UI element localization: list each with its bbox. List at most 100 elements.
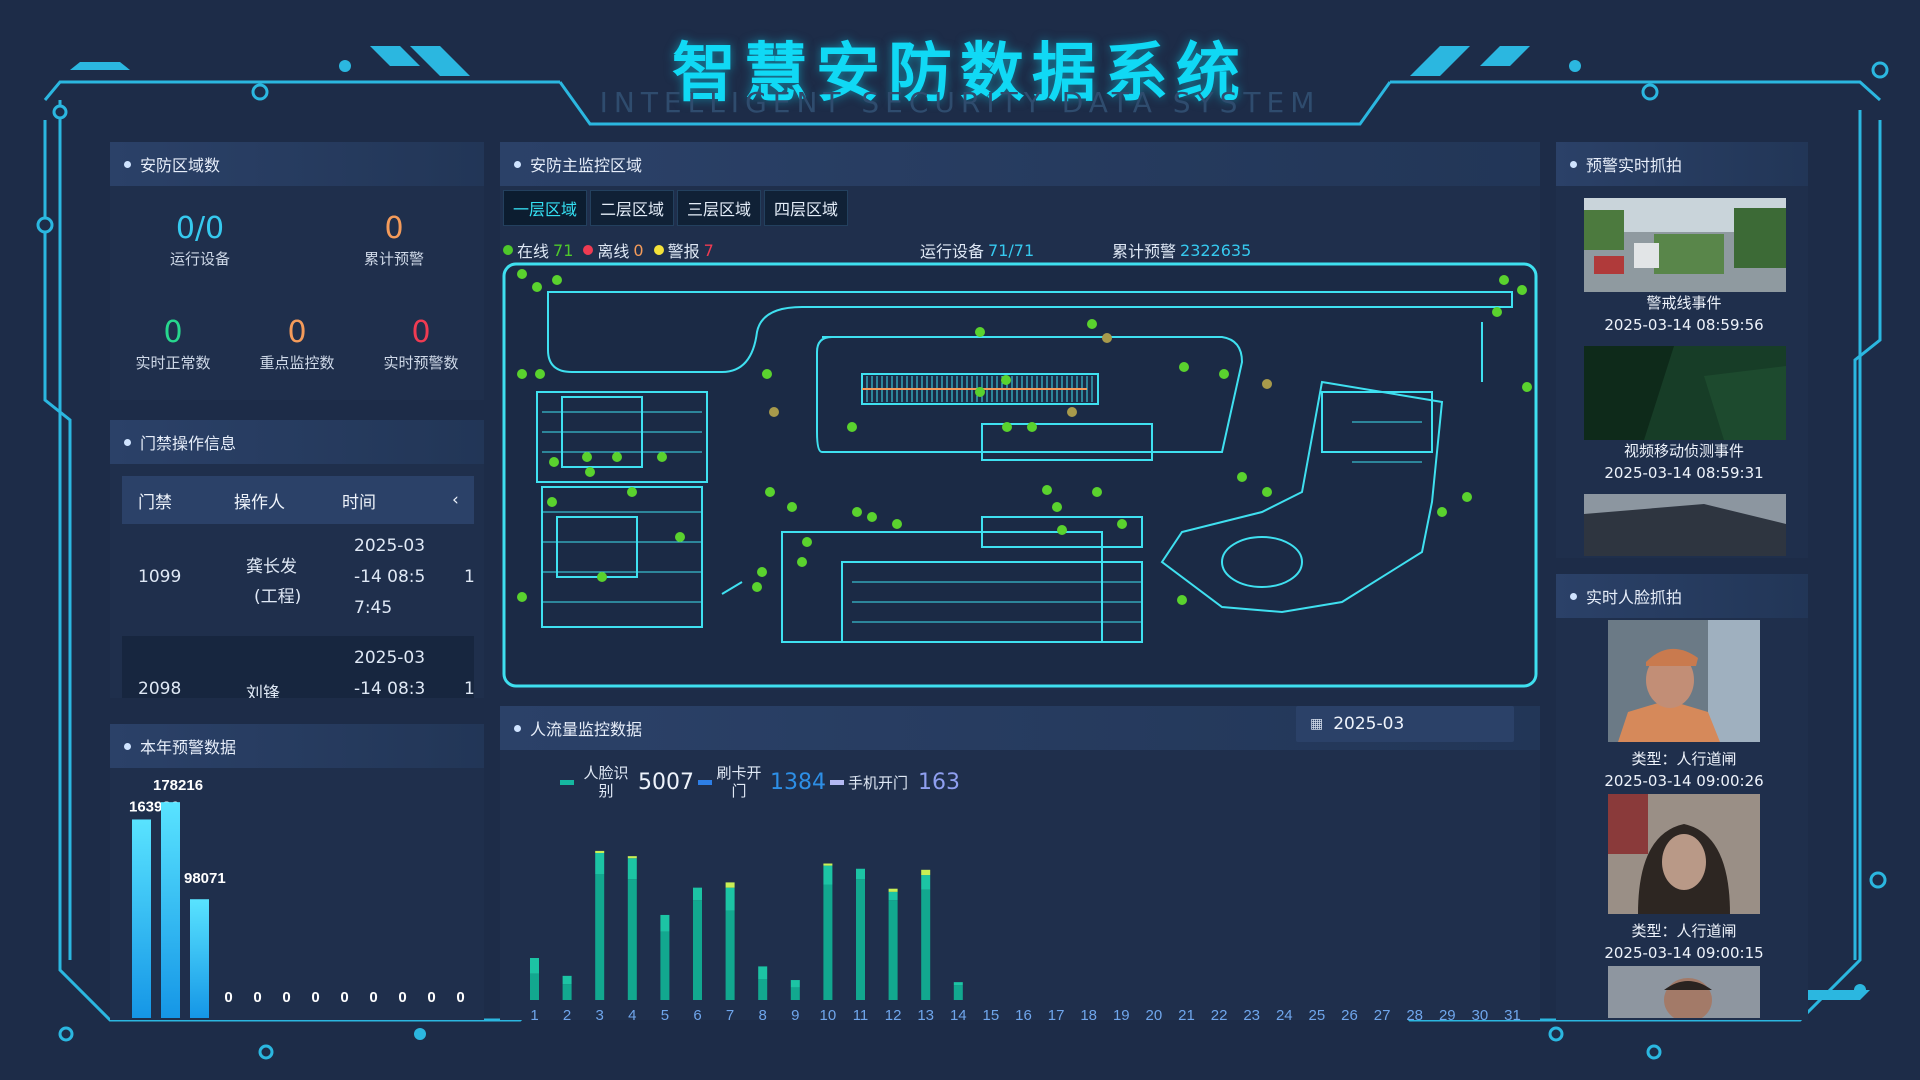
- face-image[interactable]: [1608, 620, 1760, 742]
- flow-chart: 1 2 3 4 5 6 7 8 9 10 11 12 13 14 15 16 17 18 19 20 21 22 23 24 2…: [530, 850, 1521, 1020]
- access-header: 门禁操作信息: [110, 420, 484, 464]
- flow-bar: [953, 985, 963, 1000]
- flow-bar: [627, 856, 637, 859]
- snap-type: 视频移动侦测事件: [1623, 442, 1744, 460]
- online-label: 在线: [517, 242, 550, 261]
- flow-bar: [530, 958, 539, 974]
- stat-total-alerts: 0 累计预警: [324, 212, 464, 269]
- flow-bar: [758, 966, 768, 979]
- flow-bar: [823, 863, 833, 866]
- areas-header: 安防区域数: [110, 142, 484, 186]
- flow-bar: [627, 879, 637, 1000]
- legend-face-value: 5007: [638, 769, 694, 795]
- flow-x-tick: 15: [983, 1007, 1000, 1020]
- flow-x-tick: 22: [1211, 1007, 1228, 1020]
- flow-x-tick: 31: [1504, 1007, 1521, 1020]
- year-bar-label: 0: [224, 989, 232, 1006]
- bullet-icon: [514, 724, 521, 732]
- flow-x-tick: 28: [1406, 1007, 1423, 1020]
- date-picker[interactable]: ▦ 2025-03: [1296, 706, 1514, 742]
- flow-x-tick: 3: [596, 1007, 604, 1020]
- flow-bar: [627, 858, 637, 880]
- snap-time: 2025-03-14 08:59:31: [1604, 464, 1764, 482]
- flow-bar: [921, 889, 931, 1000]
- flow-bar: [562, 975, 572, 985]
- flow-bar: [725, 882, 735, 888]
- flow-bar: [790, 980, 800, 988]
- face-caption: 类型：人行道闸 2025-03-14 09:00:26: [1574, 748, 1794, 792]
- year-bar-label: 0: [311, 989, 319, 1006]
- bullet-icon: [124, 160, 131, 168]
- access-title: 门禁操作信息: [140, 434, 237, 453]
- tab-floor-2[interactable]: 二层区域: [590, 190, 674, 226]
- table-row[interactable]: 1099 龚长发 (工程) 2025-03 -14 08:5 7:45 1: [122, 524, 474, 636]
- flow-x-tick: 18: [1080, 1007, 1097, 1020]
- year-bar: [161, 802, 180, 1018]
- stat-value: 0: [384, 211, 404, 246]
- stat-value: 0: [163, 315, 183, 350]
- year-bar-label: 0: [253, 989, 261, 1006]
- sort-icon[interactable]: ‹: [452, 490, 474, 510]
- devices-label: 运行设备: [920, 242, 985, 261]
- snapshot-image[interactable]: [1584, 198, 1786, 292]
- flow-bar: [725, 887, 735, 911]
- date-value: 2025-03: [1333, 714, 1405, 734]
- access-table-header: 门禁 操作人 时间 ‹: [122, 476, 474, 524]
- flow-bar: [921, 869, 931, 876]
- time-line: 7:45: [354, 598, 393, 618]
- face-type: 类型：人行道闸: [1631, 922, 1737, 940]
- flow-legend: 人脸识别 5007 刷卡开门 1384 手机开门 163: [560, 764, 960, 800]
- flow-bar: [823, 884, 833, 1000]
- stat-label: 运行设备: [169, 250, 230, 268]
- stat-label: 实时预警数: [383, 354, 459, 372]
- alarm-dot-icon: [653, 245, 664, 255]
- snap-header: 预警实时抓拍: [1556, 142, 1808, 186]
- year-bar: [132, 819, 151, 1018]
- flow-bar: [660, 914, 670, 932]
- face-image[interactable]: [1608, 966, 1760, 1018]
- row-extra: 1: [464, 679, 474, 698]
- bullet-icon: [124, 742, 131, 750]
- flow-x-tick: 25: [1309, 1007, 1326, 1020]
- flow-x-tick: 20: [1146, 1007, 1163, 1020]
- tab-floor-1[interactable]: 一层区域: [503, 190, 587, 226]
- access-table[interactable]: 门禁 操作人 时间 ‹ 1099 龚长发 (工程) 2025-03 -14 08…: [122, 476, 474, 698]
- tab-floor-3[interactable]: 三层区域: [677, 190, 761, 226]
- total-alerts-readout: 累计预警 2322635: [1112, 238, 1251, 262]
- stat-value: 0: [287, 315, 307, 350]
- flow-bar: [823, 865, 833, 885]
- face-time: 2025-03-14 09:00:15: [1604, 944, 1764, 962]
- flow-x-tick: 23: [1243, 1007, 1260, 1020]
- flow-x-tick: 10: [820, 1007, 837, 1020]
- snapshot-image[interactable]: [1584, 494, 1786, 556]
- bullet-icon: [1570, 592, 1577, 600]
- devices-value: 71/71: [988, 240, 1035, 260]
- online-dot-icon: [503, 245, 513, 255]
- snap-type: 警戒线事件: [1646, 294, 1722, 312]
- tab-floor-4[interactable]: 四层区域: [764, 190, 848, 226]
- face-image[interactable]: [1608, 794, 1760, 914]
- legend-swatch: [560, 779, 574, 785]
- stat-label: 实时正常数: [135, 354, 211, 372]
- table-row[interactable]: 2098 刘锋 2025-03 -14 08:3 1: [122, 636, 474, 698]
- flow-bar: [758, 979, 768, 1000]
- stat-key-monitor: 0 重点监控数: [227, 316, 367, 373]
- year-alert-header: 本年预警数据: [110, 724, 484, 768]
- offline-dot-icon: [583, 245, 594, 255]
- time-line: -14 08:3: [354, 679, 426, 698]
- flow-bar: [790, 987, 800, 1000]
- stat-value: 0/0: [175, 211, 225, 246]
- legend-face-label: 人脸识别: [583, 764, 629, 800]
- flow-x-tick: 8: [759, 1007, 767, 1020]
- floor-tabs: 一层区域 二层区域 三层区域 四层区域: [503, 190, 848, 226]
- header-time: 时间: [342, 492, 376, 513]
- snap-time: 2025-03-14 08:59:56: [1604, 316, 1764, 334]
- snapshot-image[interactable]: [1584, 346, 1786, 440]
- flow-x-tick: 12: [885, 1007, 902, 1020]
- year-bar-label: 0: [427, 989, 435, 1006]
- flow-bar: [856, 868, 865, 880]
- flow-x-tick: 24: [1276, 1007, 1293, 1020]
- flow-x-tick: 17: [1048, 1007, 1065, 1020]
- floor-plan-map[interactable]: [502, 262, 1538, 688]
- year-bar-label: 98071: [184, 870, 226, 887]
